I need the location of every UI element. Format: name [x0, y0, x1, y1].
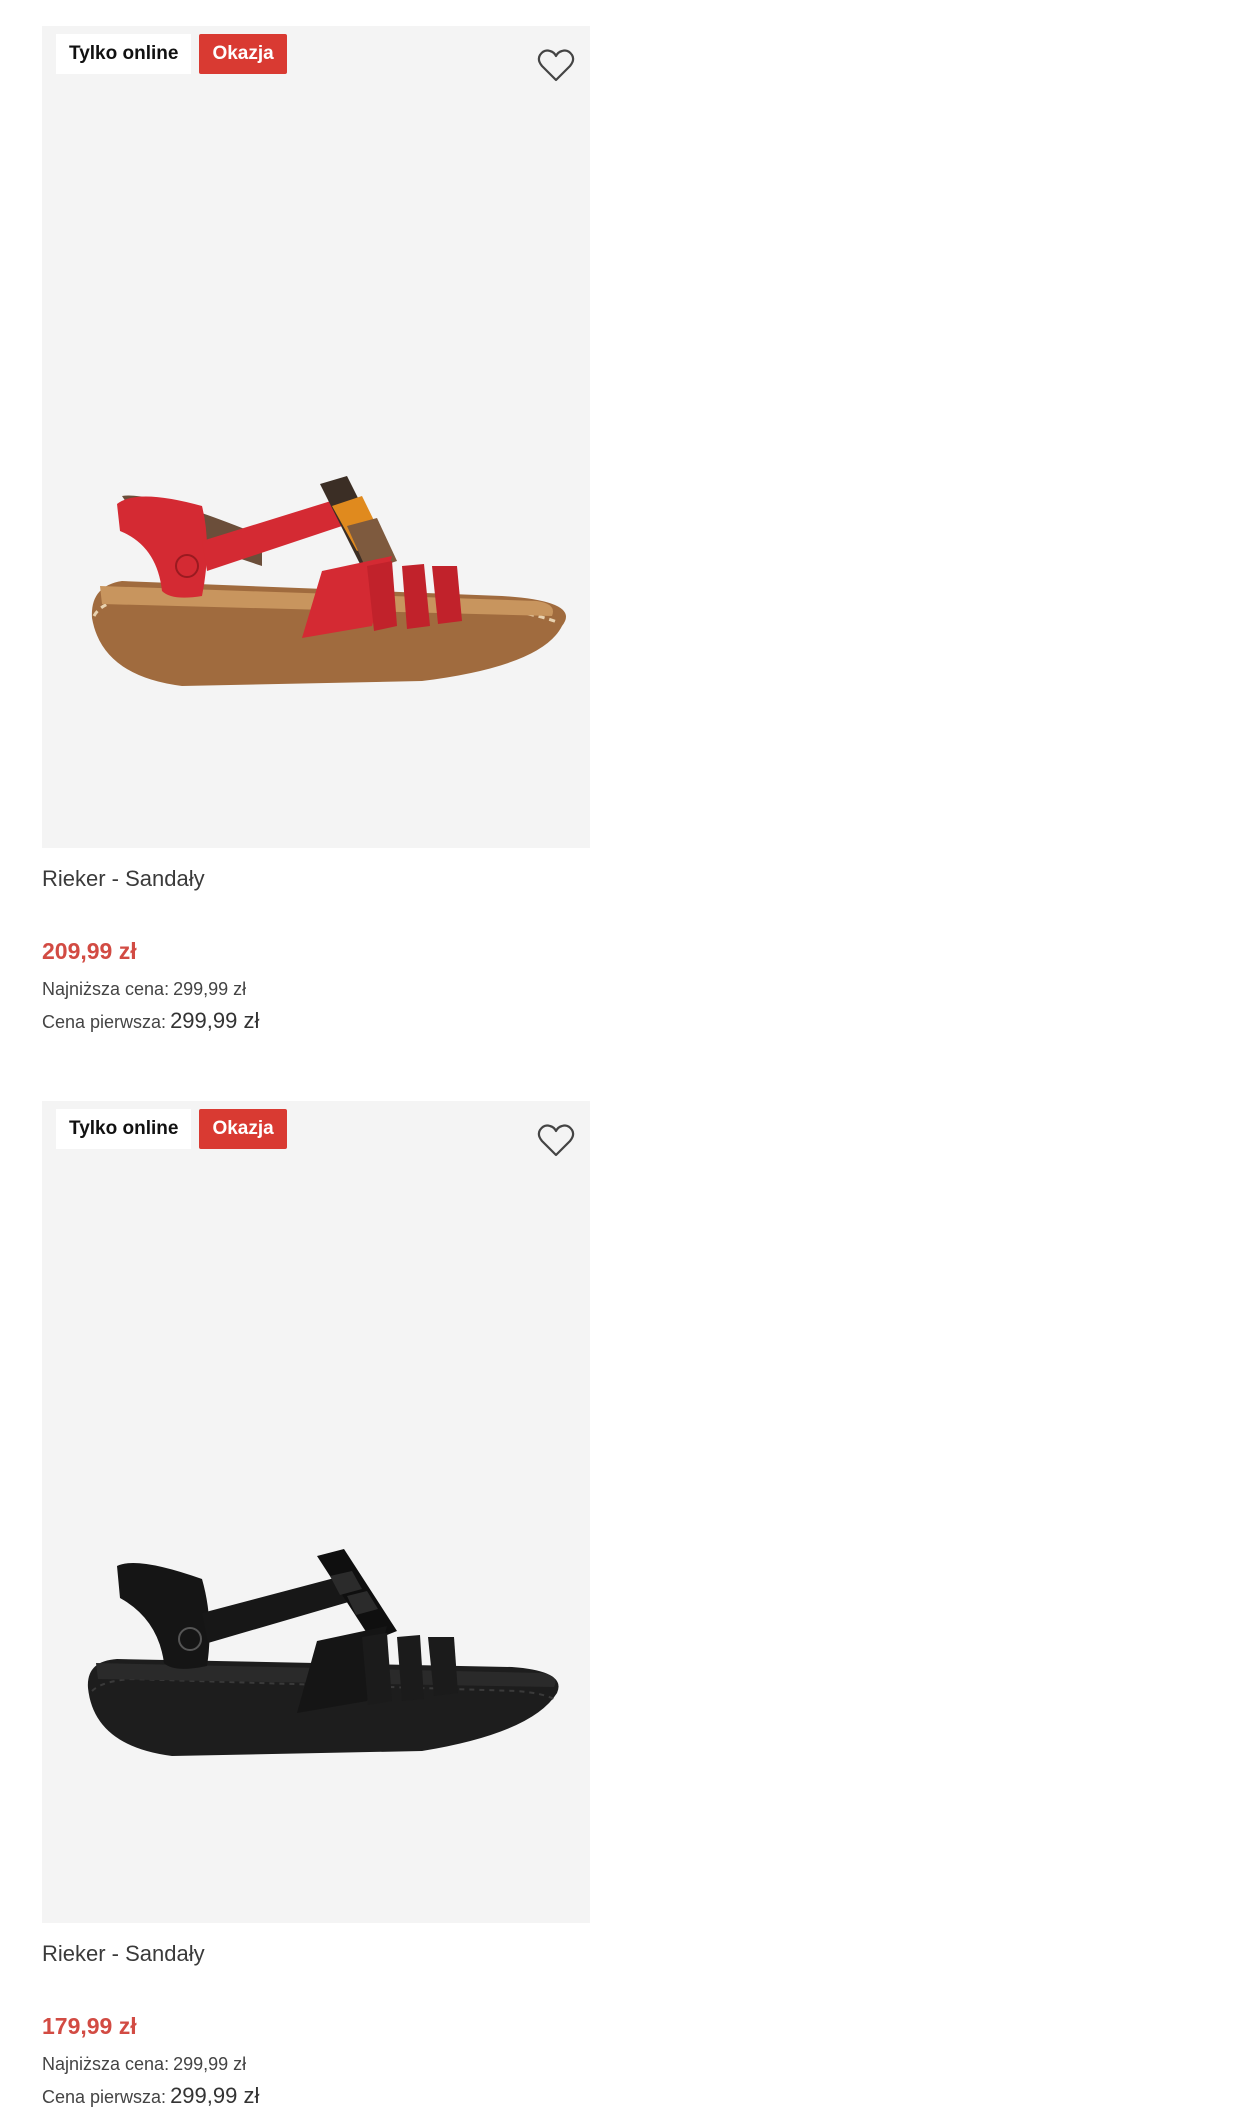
first-price-row: Cena pierwsza: 299,99 zł — [42, 2083, 259, 2109]
product-title[interactable]: Rieker - Sandały — [42, 1941, 205, 1967]
lowest-price-value: 299,99 zł — [173, 2054, 247, 2074]
deal-badge: Okazja — [199, 1109, 287, 1149]
deal-badge: Okazja — [199, 34, 287, 74]
lowest-price-row: Najniższa cena: 299,99 zł — [42, 2054, 246, 2075]
product-image-black-sandal[interactable] — [62, 1101, 570, 1923]
badge-group: Tylko online Okazja — [56, 34, 287, 74]
heart-outline-icon[interactable] — [536, 1121, 576, 1161]
product-card[interactable]: Tylko online Okazja Rieker - Sandały 179… — [42, 1101, 590, 2108]
product-title[interactable]: Rieker - Sandały — [42, 866, 205, 892]
lowest-price-row: Najniższa cena: 299,99 zł — [42, 979, 246, 1000]
online-only-badge: Tylko online — [56, 1109, 192, 1149]
lowest-price-label: Najniższa cena: — [42, 2054, 170, 2074]
lowest-price-label: Najniższa cena: — [42, 979, 170, 999]
product-card[interactable]: Tylko online Okazja Rieker - Sandały 209… — [42, 26, 590, 1033]
first-price-value: 299,99 zł — [170, 1008, 260, 1033]
online-only-badge: Tylko online — [56, 34, 192, 74]
heart-outline-icon[interactable] — [536, 46, 576, 86]
product-image-red-sandal[interactable] — [62, 26, 570, 848]
first-price-row: Cena pierwsza: 299,99 zł — [42, 1008, 259, 1034]
first-price-value: 299,99 zł — [170, 2083, 260, 2108]
first-price-label: Cena pierwsza: — [42, 2087, 167, 2107]
badge-group: Tylko online Okazja — [56, 1109, 287, 1149]
product-image-area[interactable]: Tylko online Okazja — [42, 1101, 590, 1923]
lowest-price-value: 299,99 zł — [173, 979, 247, 999]
current-price: 179,99 zł — [42, 2013, 137, 2039]
current-price: 209,99 zł — [42, 938, 137, 964]
first-price-label: Cena pierwsza: — [42, 1012, 167, 1032]
product-image-area[interactable]: Tylko online Okazja — [42, 26, 590, 848]
